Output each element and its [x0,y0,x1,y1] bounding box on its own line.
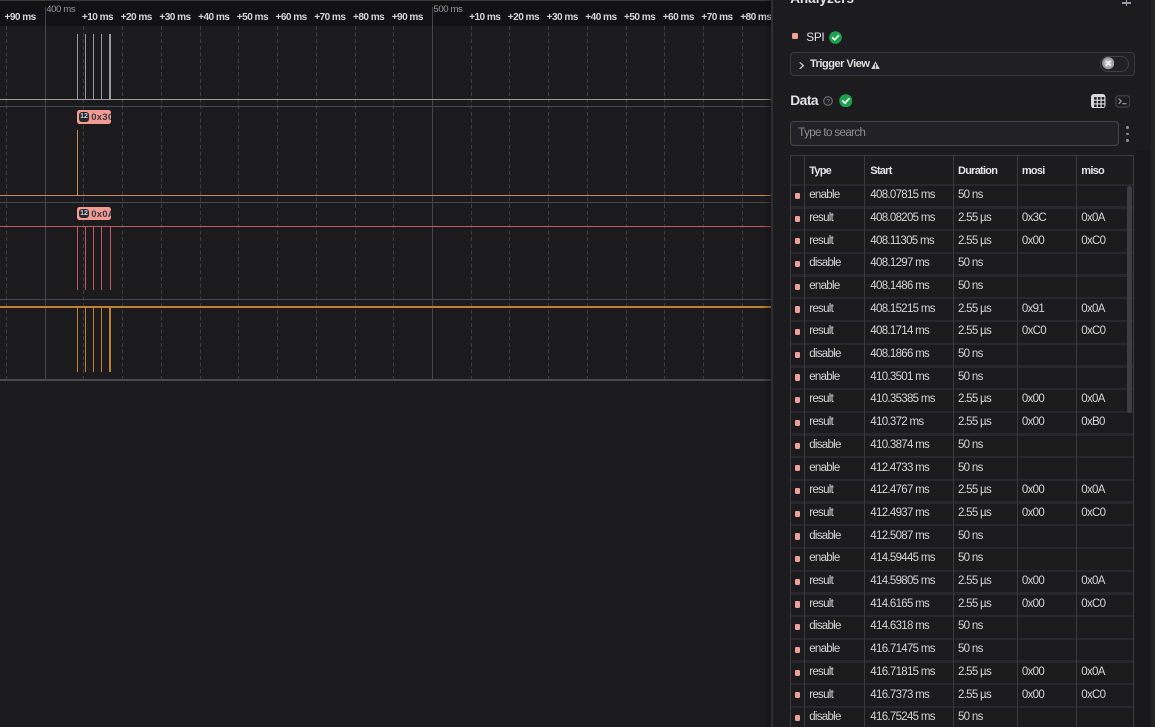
svg-text:?: ? [826,98,830,105]
